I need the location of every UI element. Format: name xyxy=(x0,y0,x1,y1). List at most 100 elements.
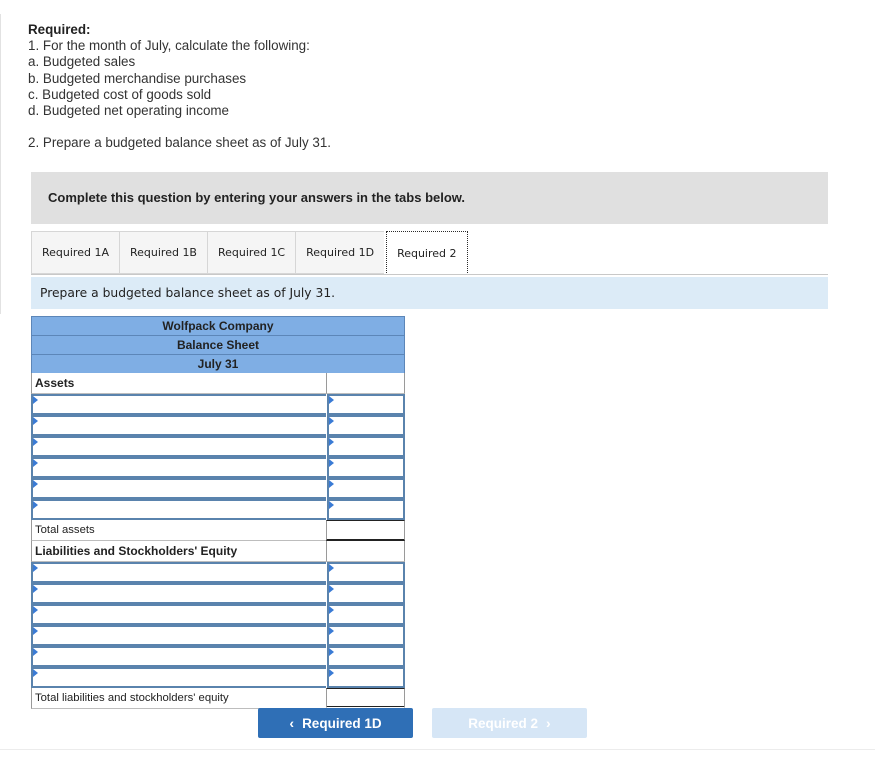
dropdown-marker-icon xyxy=(329,396,334,404)
dropdown-marker-icon xyxy=(33,564,38,572)
asset-account-input[interactable] xyxy=(31,394,326,415)
tab-required-2[interactable]: Required 2 xyxy=(386,231,468,275)
asset-account-input[interactable] xyxy=(31,415,326,436)
liability-input-row xyxy=(31,646,405,667)
chevron-right-icon: › xyxy=(546,715,551,731)
tab-required-1b[interactable]: Required 1B xyxy=(118,231,207,274)
liability-amount-input[interactable] xyxy=(327,562,405,583)
dropdown-marker-icon xyxy=(329,564,334,572)
section-header-row: Liabilities and Stockholders' Equity xyxy=(31,541,405,562)
instruction-line: a. Budgeted sales xyxy=(28,54,136,70)
liability-input-row xyxy=(31,583,405,604)
dropdown-marker-icon xyxy=(33,438,38,446)
dropdown-marker-icon xyxy=(329,438,334,446)
instruction-line: d. Budgeted net operating income xyxy=(28,103,230,119)
assets-heading: Assets xyxy=(31,373,326,394)
asset-amount-input[interactable] xyxy=(327,457,405,478)
instruction-line: b. Budgeted merchandise purchases xyxy=(28,70,247,86)
liability-input-row xyxy=(31,625,405,646)
dropdown-marker-icon xyxy=(33,669,38,677)
dropdown-marker-icon xyxy=(33,606,38,614)
statement-date: July 31 xyxy=(31,354,405,373)
liability-account-input[interactable] xyxy=(31,625,326,646)
empty-cell xyxy=(326,373,405,394)
instruction-line: 1. For the month of July, calculate the … xyxy=(28,38,310,54)
asset-rows xyxy=(31,394,405,520)
liability-account-input[interactable] xyxy=(31,667,326,688)
footer-divider xyxy=(0,749,875,750)
dropdown-marker-icon xyxy=(329,459,334,467)
left-divider xyxy=(0,14,1,314)
liabilities-heading: Liabilities and Stockholders' Equity xyxy=(31,541,326,562)
dropdown-marker-icon xyxy=(329,417,334,425)
instruction-part2: 2. Prepare a budgeted balance sheet as o… xyxy=(28,135,331,151)
liability-input-row xyxy=(31,604,405,625)
dropdown-marker-icon xyxy=(33,480,38,488)
previous-button[interactable]: ‹ Required 1D xyxy=(258,708,413,738)
instruction-line: c. Budgeted cost of goods sold xyxy=(28,86,212,102)
total-assets-label: Total assets xyxy=(31,520,326,541)
dropdown-marker-icon xyxy=(329,627,334,635)
liability-rows xyxy=(31,562,405,688)
empty-cell xyxy=(326,541,405,562)
total-assets-row: Total assets xyxy=(31,520,405,541)
liability-account-input[interactable] xyxy=(31,604,326,625)
statement-title: Balance Sheet xyxy=(31,335,405,354)
asset-amount-input[interactable] xyxy=(327,478,405,499)
next-button[interactable]: Required 2 › xyxy=(432,708,587,738)
section-header-row: Assets xyxy=(31,373,405,394)
instruction-banner: Complete this question by entering your … xyxy=(31,172,828,224)
liability-amount-input[interactable] xyxy=(327,667,405,688)
asset-account-input[interactable] xyxy=(31,457,326,478)
total-liabilities-label: Total liabilities and stockholders' equi… xyxy=(31,688,326,709)
asset-account-input[interactable] xyxy=(31,436,326,457)
chevron-left-icon: ‹ xyxy=(289,715,295,731)
total-liabilities-row: Total liabilities and stockholders' equi… xyxy=(31,688,405,709)
instructions: Required: 1. For the month of July, calc… xyxy=(28,22,331,151)
liability-account-input[interactable] xyxy=(31,646,326,667)
previous-button-label: Required 1D xyxy=(302,715,382,731)
liability-input-row xyxy=(31,562,405,583)
dropdown-marker-icon xyxy=(329,606,334,614)
tab-bar: Required 1A Required 1B Required 1C Requ… xyxy=(31,231,468,275)
asset-account-input[interactable] xyxy=(31,499,326,520)
dropdown-marker-icon xyxy=(33,396,38,404)
liability-amount-input[interactable] xyxy=(327,625,405,646)
dropdown-marker-icon xyxy=(33,585,38,593)
dropdown-marker-icon xyxy=(329,669,334,677)
asset-input-row xyxy=(31,415,405,436)
tab-required-1c[interactable]: Required 1C xyxy=(206,231,296,274)
liability-account-input[interactable] xyxy=(31,583,326,604)
liability-account-input[interactable] xyxy=(31,562,326,583)
asset-amount-input[interactable] xyxy=(327,394,405,415)
company-name: Wolfpack Company xyxy=(31,316,405,335)
dropdown-marker-icon xyxy=(33,417,38,425)
dropdown-marker-icon xyxy=(33,627,38,635)
required-heading: Required: xyxy=(28,22,91,37)
tab-underline xyxy=(31,274,828,275)
dropdown-marker-icon xyxy=(329,480,334,488)
liability-amount-input[interactable] xyxy=(327,646,405,667)
dropdown-marker-icon xyxy=(329,585,334,593)
asset-amount-input[interactable] xyxy=(327,436,405,457)
total-liabilities-value xyxy=(326,688,405,709)
asset-input-row xyxy=(31,436,405,457)
asset-input-row xyxy=(31,394,405,415)
asset-input-row xyxy=(31,478,405,499)
dropdown-marker-icon xyxy=(33,459,38,467)
asset-account-input[interactable] xyxy=(31,478,326,499)
asset-amount-input[interactable] xyxy=(327,499,405,520)
total-assets-value xyxy=(326,520,405,541)
asset-input-row xyxy=(31,499,405,520)
tab-required-1d[interactable]: Required 1D xyxy=(295,231,385,274)
tab-required-1a[interactable]: Required 1A xyxy=(31,231,119,274)
balance-sheet: Wolfpack Company Balance Sheet July 31 A… xyxy=(31,316,405,709)
liability-amount-input[interactable] xyxy=(327,583,405,604)
liability-input-row xyxy=(31,667,405,688)
asset-amount-input[interactable] xyxy=(327,415,405,436)
next-button-label: Required 2 xyxy=(468,715,539,731)
dropdown-marker-icon xyxy=(329,648,334,656)
asset-input-row xyxy=(31,457,405,478)
liability-amount-input[interactable] xyxy=(327,604,405,625)
